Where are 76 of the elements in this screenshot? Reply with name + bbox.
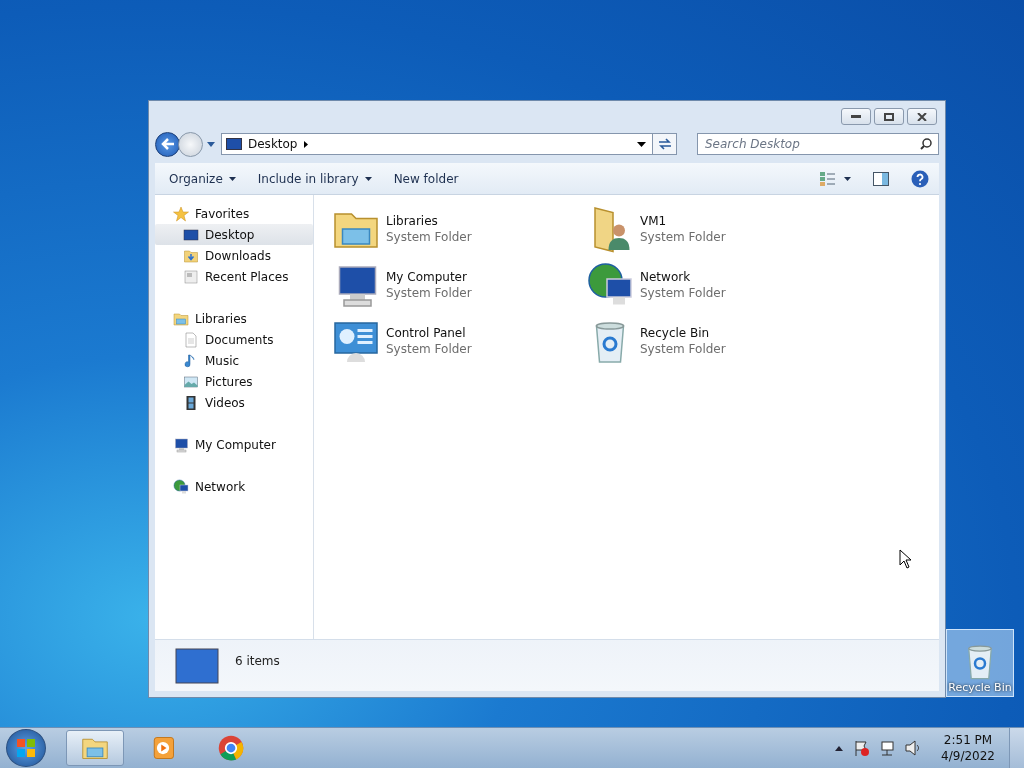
clock-date: 4/9/2022 — [941, 748, 995, 764]
item-name: VM1 — [640, 213, 668, 229]
back-button[interactable] — [155, 131, 180, 157]
taskbar-app-button[interactable] — [66, 730, 124, 766]
restore-icon — [884, 112, 894, 121]
refresh-arrows-icon — [657, 138, 672, 150]
item-type: System Folder — [386, 229, 472, 245]
folder-tile[interactable]: My Computer System Folder — [332, 257, 586, 313]
navigation-item[interactable]: Pictures — [155, 371, 313, 392]
desktop-icon — [175, 648, 219, 684]
mouse-cursor-icon — [899, 549, 912, 569]
preview-pane-icon — [873, 171, 889, 186]
navigation-item[interactable]: My Computer — [155, 434, 313, 455]
navigation-item[interactable]: Music — [155, 350, 313, 371]
navigation-item[interactable]: Favorites — [155, 203, 313, 224]
document-icon — [183, 331, 199, 348]
triangle-right-icon — [303, 140, 308, 148]
help-icon — [911, 169, 929, 188]
item-type: System Folder — [640, 229, 726, 245]
navigation-item[interactable]: Desktop — [155, 224, 313, 245]
folder-tile[interactable]: VM1 System Folder — [586, 201, 840, 257]
dropdown-arrow-icon — [228, 176, 236, 181]
navigation-item[interactable]: Documents — [155, 329, 313, 350]
item-type: System Folder — [640, 341, 726, 357]
dropdown-arrow-icon — [844, 176, 851, 181]
navigation-item[interactable]: Recent Places — [155, 266, 313, 287]
address-text: Desktop — [248, 137, 298, 151]
desktop-icon — [226, 138, 242, 150]
item-count: 6 items — [235, 654, 280, 668]
folder-tile[interactable]: Recycle Bin System Folder — [586, 313, 840, 369]
search-field[interactable]: Search Desktop — [697, 133, 939, 155]
minimize-icon — [851, 114, 861, 119]
item-name: Libraries — [386, 213, 439, 229]
desktop-icon — [183, 226, 199, 243]
navigation-item[interactable]: Network — [155, 476, 313, 497]
folder-tile[interactable]: Control Panel System Folder — [332, 313, 586, 369]
windows-logo-icon — [17, 739, 35, 757]
triangle-up-icon[interactable] — [835, 745, 844, 751]
item-name: Network — [640, 269, 692, 285]
folder-tile[interactable]: Network System Folder — [586, 257, 840, 313]
dropdown-arrow-icon[interactable] — [637, 141, 646, 147]
item-type: System Folder — [640, 285, 726, 301]
flag-icon[interactable] — [853, 740, 870, 756]
close-button[interactable] — [907, 108, 937, 125]
browser-icon — [217, 734, 245, 762]
item-name: Control Panel — [386, 325, 467, 341]
clock-time: 2:51 PM — [943, 732, 993, 748]
globe-computer-icon — [173, 478, 189, 495]
computer-icon — [173, 436, 189, 453]
arrow-left-icon — [160, 138, 175, 150]
address-bar[interactable]: Desktop — [221, 133, 677, 155]
navigation-item[interactable]: Libraries — [155, 308, 313, 329]
start-button[interactable] — [6, 729, 46, 767]
item-type: System Folder — [386, 341, 472, 357]
picture-icon — [183, 373, 199, 390]
minimize-button[interactable] — [841, 108, 871, 125]
network-icon[interactable] — [879, 740, 896, 756]
star-icon — [173, 205, 189, 222]
folder-tile[interactable]: Libraries System Folder — [332, 201, 586, 257]
search-icon — [920, 138, 932, 150]
view-list-icon — [820, 171, 836, 186]
item-type: System Folder — [386, 285, 472, 301]
item-name: My Computer — [386, 269, 468, 285]
refresh-button[interactable] — [652, 134, 676, 154]
toolbar-button[interactable]: Organize — [165, 169, 240, 188]
dropdown-arrow-icon — [364, 176, 372, 181]
close-icon — [917, 112, 927, 121]
navigation-item[interactable]: Downloads — [155, 245, 313, 266]
library-folder-icon — [173, 310, 189, 327]
toolbar-button[interactable]: Include in library — [253, 169, 376, 188]
maximize-button[interactable] — [874, 108, 904, 125]
toolbar-button[interactable]: New folder — [389, 169, 463, 188]
folder-icon — [183, 247, 199, 264]
speaker-icon[interactable] — [905, 740, 922, 756]
item-name: Recycle Bin — [640, 325, 711, 341]
navigation-item[interactable]: Videos — [155, 392, 313, 413]
